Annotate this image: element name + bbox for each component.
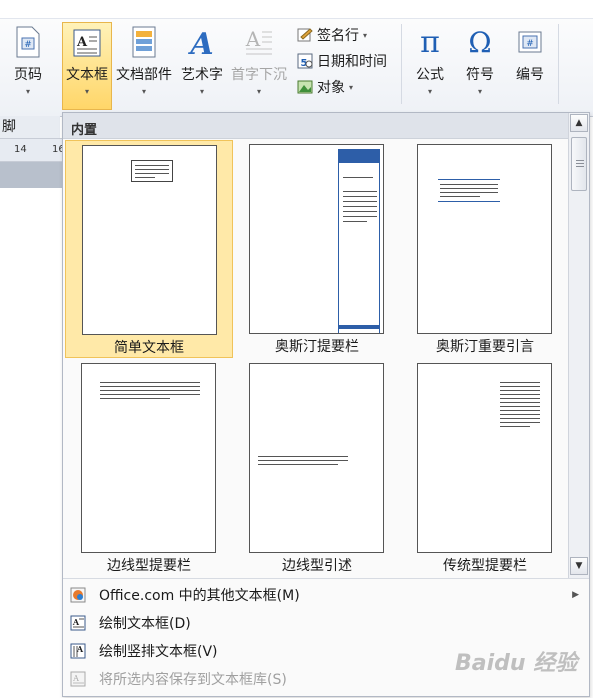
menu-item-label: Office.com 中的其他文本框(M) — [99, 588, 300, 604]
thumbnail — [417, 363, 552, 553]
date-time-label: 日期和时间 — [317, 54, 387, 70]
signature-icon — [297, 28, 313, 42]
submenu-arrow-icon: ▶ — [572, 590, 579, 600]
chevron-down-icon: ▾ — [256, 87, 261, 96]
office-icon — [70, 587, 86, 603]
equation-button[interactable]: π 公式 ▾ — [408, 26, 452, 106]
number-label: 编号 — [516, 67, 544, 83]
thumbnail — [249, 363, 384, 553]
svg-text:A: A — [72, 617, 80, 627]
gallery-item-austin-quote[interactable]: 奥斯汀重要引言 — [401, 140, 569, 358]
watermark: Baidu 经验 — [455, 651, 578, 676]
chevron-down-icon: ▾ — [363, 30, 368, 40]
svg-text:A: A — [187, 27, 213, 58]
ribbon-group-divider — [558, 24, 559, 104]
ribbon-tab-strip — [0, 0, 593, 19]
page-number-button[interactable]: # 页码 ▾ — [5, 26, 51, 106]
quick-parts-label: 文档部件 — [116, 67, 172, 83]
document-background — [0, 162, 62, 188]
svg-text:π: π — [420, 26, 440, 58]
page-number-label: 页码 — [14, 67, 42, 83]
object-button[interactable]: 对象 ▾ — [297, 76, 353, 98]
chevron-down-icon: ▾ — [84, 87, 89, 96]
gallery-item-label: 边线型提要栏 — [107, 558, 191, 574]
chevron-down-icon: ▾ — [199, 87, 204, 96]
gallery-section-title: 内置 — [63, 113, 568, 139]
ribbon: # 页码 ▾ A 文本框 ▾ 文档部件 ▾ A 艺术字 ▾ A 首字下沉 ▾ 签… — [0, 0, 593, 117]
svg-text:A: A — [245, 27, 261, 51]
svg-text:A: A — [72, 674, 79, 683]
symbol-button[interactable]: Ω 符号 ▾ — [458, 26, 502, 106]
gallery-item-simple-text-box[interactable]: 简单文本框 — [65, 140, 233, 358]
chevron-down-icon: ▾ — [25, 87, 30, 96]
number-icon: # — [518, 31, 542, 53]
scroll-thumb[interactable] — [571, 137, 587, 191]
ribbon-group-divider — [401, 24, 402, 104]
date-time-button[interactable]: 5 日期和时间 — [297, 50, 387, 72]
gallery-item-austin-sidebar[interactable]: 奥斯汀提要栏 — [233, 140, 401, 358]
gallery-item-label: 奥斯汀提要栏 — [275, 339, 359, 355]
wordart-label: 艺术字 — [181, 67, 223, 83]
gallery-item-label: 奥斯汀重要引言 — [436, 339, 534, 355]
draw-textbox-icon: A — [70, 615, 86, 631]
text-box-label: 文本框 — [66, 67, 108, 83]
number-button[interactable]: # 编号 — [508, 26, 552, 106]
equation-label: 公式 — [416, 67, 444, 83]
svg-text:A: A — [76, 35, 88, 50]
drop-cap-button[interactable]: A 首字下沉 ▾ — [228, 26, 290, 106]
gallery-item-label: 边线型引述 — [282, 558, 352, 574]
calendar-icon: 5 — [297, 53, 313, 69]
menu-item-label: 绘制文本框(D) — [99, 616, 191, 632]
pi-icon: π — [420, 26, 440, 58]
gallery-item-traditional-sidebar[interactable]: 传统型提要栏 — [401, 359, 569, 577]
drop-cap-label: 首字下沉 — [231, 67, 287, 83]
thumbnail — [81, 363, 216, 553]
gallery-item-border-sidebar[interactable]: 边线型提要栏 — [65, 359, 233, 577]
scroll-down-button[interactable]: ▼ — [570, 557, 588, 575]
scroll-up-button[interactable]: ▲ — [570, 114, 588, 132]
object-icon — [297, 80, 313, 94]
omega-icon: Ω — [468, 26, 491, 58]
svg-text:#: # — [24, 40, 32, 50]
quick-parts-icon — [132, 26, 156, 58]
signature-line-button[interactable]: 签名行 ▾ — [297, 24, 367, 46]
vertical-textbox-icon: A — [70, 643, 86, 659]
draw-text-box-menu-item[interactable]: A 绘制文本框(D) — [63, 609, 589, 637]
gallery-item-label: 简单文本框 — [114, 340, 184, 356]
gallery-item-border-quote[interactable]: 边线型引述 — [233, 359, 401, 577]
menu-item-label: 绘制竖排文本框(V) — [99, 644, 218, 660]
drop-cap-icon: A — [245, 27, 272, 55]
word-insert-textbox-screen: # 页码 ▾ A 文本框 ▾ 文档部件 ▾ A 艺术字 ▾ A 首字下沉 ▾ 签… — [0, 0, 593, 698]
gallery-scrollbar[interactable]: ▲ ▼ — [568, 113, 589, 578]
ruler-tick: 14 — [14, 144, 27, 155]
text-box-icon: A — [73, 29, 101, 57]
more-textboxes-office-menu-item[interactable]: Office.com 中的其他文本框(M) ▶ — [63, 581, 589, 609]
object-label: 对象 — [317, 80, 345, 96]
svg-text:#: # — [526, 39, 534, 49]
symbol-label: 符号 — [466, 67, 494, 83]
page-number-icon: # — [16, 26, 40, 58]
chevron-down-icon: ▾ — [141, 87, 146, 96]
text-box-gallery: 内置 ▲ ▼ 简单文本框 奥斯汀提要栏 奥斯汀重要引言 边线型提要栏 边线型引述… — [62, 112, 590, 697]
thumbnail — [82, 145, 217, 335]
wordart-button[interactable]: A 艺术字 ▾ — [176, 26, 228, 106]
footer-group-label: 脚 — [0, 116, 60, 138]
save-selection-icon: A — [70, 671, 86, 687]
gallery-item-label: 传统型提要栏 — [443, 558, 527, 574]
thumbnail — [417, 144, 552, 334]
quick-parts-button[interactable]: 文档部件 ▾ — [113, 26, 175, 106]
thumbnail — [249, 144, 384, 334]
signature-line-label: 签名行 — [317, 28, 359, 44]
chevron-down-icon: ▾ — [477, 87, 482, 96]
gallery-menu: Office.com 中的其他文本框(M) ▶ A 绘制文本框(D) A 绘制竖… — [63, 578, 589, 696]
horizontal-ruler: 14 16 — [0, 138, 65, 162]
chevron-down-icon: ▾ — [427, 87, 432, 96]
chevron-down-icon: ▾ — [349, 82, 354, 92]
svg-text:Ω: Ω — [468, 26, 491, 58]
menu-item-label: 将所选内容保存到文本框库(S) — [99, 672, 287, 688]
text-box-button[interactable]: A 文本框 ▾ — [62, 22, 112, 110]
wordart-icon: A — [187, 27, 213, 58]
